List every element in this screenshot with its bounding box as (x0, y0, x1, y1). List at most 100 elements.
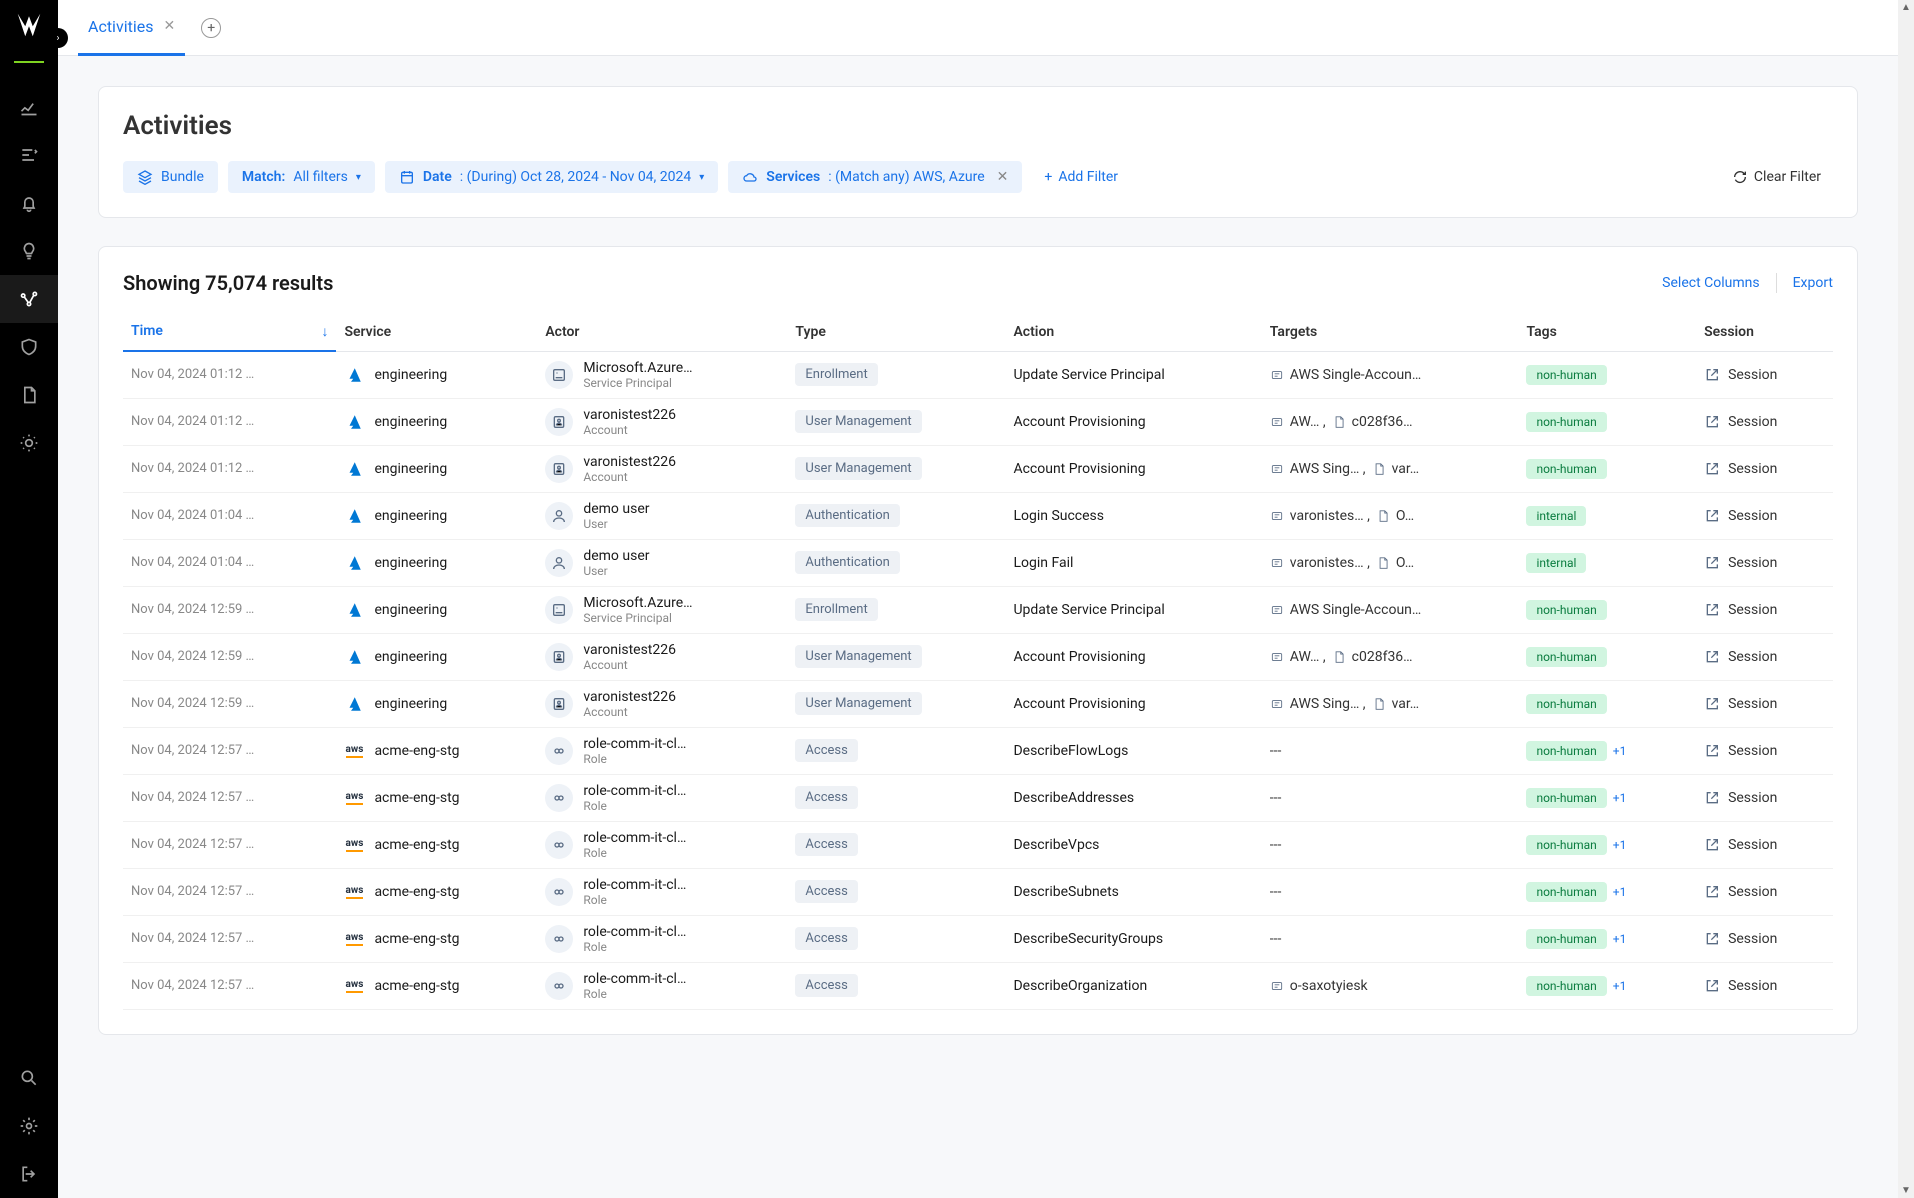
nav-reports[interactable] (0, 371, 58, 419)
sidebar-expand-button[interactable]: › (48, 28, 68, 48)
scrollbar[interactable]: ▲ ▼ (1898, 0, 1914, 1198)
filter-match[interactable]: Match: All filters ▾ (228, 161, 375, 193)
tag-more[interactable]: +1 (1613, 979, 1627, 993)
select-columns-button[interactable]: Select Columns (1662, 275, 1759, 291)
tag-more[interactable]: +1 (1613, 791, 1627, 805)
export-button[interactable]: Export (1793, 275, 1833, 291)
nav-security[interactable] (0, 323, 58, 371)
table-row[interactable]: Nov 04, 2024 01:04 …engineeringdemo user… (123, 492, 1833, 539)
col-type[interactable]: Type (787, 313, 1005, 351)
tag-more[interactable]: +1 (1613, 932, 1627, 946)
table-row[interactable]: Nov 04, 2024 01:12 …engineeringvaroniste… (123, 398, 1833, 445)
table-row[interactable]: Nov 04, 2024 01:04 …engineeringdemo user… (123, 539, 1833, 586)
cell-session[interactable]: Session (1696, 351, 1833, 398)
nav-insights[interactable] (0, 227, 58, 275)
cell-tags: non-human (1518, 445, 1696, 492)
cell-targets: AWS Single-Accoun… (1262, 351, 1519, 398)
cell-actor: role-comm-it-cl…Role (537, 962, 787, 1009)
nav-logout[interactable] (0, 1150, 58, 1198)
cell-tags: non-human+1 (1518, 727, 1696, 774)
filter-bundle[interactable]: Bundle (123, 161, 218, 193)
col-tags[interactable]: Tags (1518, 313, 1696, 351)
cell-session[interactable]: Session (1696, 962, 1833, 1009)
add-filter-button[interactable]: + Add Filter (1032, 161, 1130, 193)
nav-activities[interactable] (0, 275, 58, 323)
target-icon (1270, 697, 1284, 711)
cell-targets: varonistes… , O… (1262, 539, 1519, 586)
cell-session[interactable]: Session (1696, 492, 1833, 539)
actor-icon (545, 361, 573, 389)
aws-icon: aws (344, 741, 364, 761)
cell-action: DescribeSubnets (1005, 868, 1261, 915)
nav-search[interactable] (0, 1054, 58, 1102)
aws-icon: aws (344, 788, 364, 808)
cell-session[interactable]: Session (1696, 680, 1833, 727)
table-row[interactable]: Nov 04, 2024 12:57 …awsacme-eng-stgrole-… (123, 962, 1833, 1009)
cell-targets: o-saxotyiesk (1262, 962, 1519, 1009)
table-row[interactable]: Nov 04, 2024 12:57 …awsacme-eng-stgrole-… (123, 868, 1833, 915)
cell-session[interactable]: Session (1696, 633, 1833, 680)
cell-actor: demo userUser (537, 492, 787, 539)
cell-targets: AW… , c028f36… (1262, 633, 1519, 680)
table-row[interactable]: Nov 04, 2024 12:57 …awsacme-eng-stgrole-… (123, 915, 1833, 962)
table-row[interactable]: Nov 04, 2024 12:57 …awsacme-eng-stgrole-… (123, 727, 1833, 774)
table-row[interactable]: Nov 04, 2024 12:59 …engineeringvaroniste… (123, 680, 1833, 727)
nav-filters[interactable] (0, 131, 58, 179)
scroll-down-icon[interactable]: ▼ (1901, 1185, 1911, 1196)
external-link-icon (1704, 978, 1720, 994)
tab-add-button[interactable]: + (201, 18, 221, 38)
tab-activities[interactable]: Activities ✕ (78, 0, 185, 56)
tag-more[interactable]: +1 (1613, 838, 1627, 852)
table-row[interactable]: Nov 04, 2024 12:59 …engineeringvaroniste… (123, 633, 1833, 680)
cell-session[interactable]: Session (1696, 539, 1833, 586)
cloud-icon (742, 169, 758, 185)
remove-filter-icon[interactable]: ✕ (997, 169, 1009, 185)
cell-session[interactable]: Session (1696, 915, 1833, 962)
target-icon (1270, 603, 1284, 617)
cell-time: Nov 04, 2024 12:57 … (123, 915, 336, 962)
table-row[interactable]: Nov 04, 2024 01:12 …engineeringvaroniste… (123, 445, 1833, 492)
cell-session[interactable]: Session (1696, 774, 1833, 821)
cell-session[interactable]: Session (1696, 445, 1833, 492)
col-targets[interactable]: Targets (1262, 313, 1519, 351)
cell-time: Nov 04, 2024 01:12 … (123, 351, 336, 398)
nav-alerts[interactable] (0, 179, 58, 227)
nav-settings[interactable] (0, 1102, 58, 1150)
tag-more[interactable]: +1 (1613, 744, 1627, 758)
nav-analytics[interactable] (0, 83, 58, 131)
file-icon (1332, 650, 1346, 664)
cell-session[interactable]: Session (1696, 727, 1833, 774)
cell-session[interactable]: Session (1696, 586, 1833, 633)
actor-icon (545, 596, 573, 624)
cell-tags: non-human (1518, 633, 1696, 680)
cell-session[interactable]: Session (1696, 821, 1833, 868)
col-service[interactable]: Service (336, 313, 537, 351)
filter-services[interactable]: Services : (Match any) AWS, Azure ✕ (728, 161, 1022, 193)
cell-time: Nov 04, 2024 12:59 … (123, 633, 336, 680)
actor-icon (545, 643, 573, 671)
cell-time: Nov 04, 2024 12:57 … (123, 821, 336, 868)
col-session[interactable]: Session (1696, 313, 1833, 351)
cell-session[interactable]: Session (1696, 398, 1833, 445)
actor-icon (545, 972, 573, 1000)
azure-icon (344, 694, 364, 714)
clear-filter-button[interactable]: Clear Filter (1720, 161, 1833, 193)
tag-more[interactable]: +1 (1613, 885, 1627, 899)
cell-service: engineering (336, 445, 537, 492)
col-action[interactable]: Action (1005, 313, 1261, 351)
table-row[interactable]: Nov 04, 2024 12:57 …awsacme-eng-stgrole-… (123, 821, 1833, 868)
table-row[interactable]: Nov 04, 2024 12:59 …engineeringMicrosoft… (123, 586, 1833, 633)
table-row[interactable]: Nov 04, 2024 01:12 …engineeringMicrosoft… (123, 351, 1833, 398)
actor-icon (545, 455, 573, 483)
chevron-down-icon: ▾ (356, 172, 361, 183)
tab-close-icon[interactable]: ✕ (163, 18, 175, 34)
table-row[interactable]: Nov 04, 2024 12:57 …awsacme-eng-stgrole-… (123, 774, 1833, 821)
cell-session[interactable]: Session (1696, 868, 1833, 915)
col-actor[interactable]: Actor (537, 313, 787, 351)
cell-targets: --- (1262, 727, 1519, 774)
nav-discover[interactable] (0, 419, 58, 467)
scroll-up-icon[interactable]: ▲ (1901, 2, 1911, 13)
external-link-icon (1704, 696, 1720, 712)
filter-date[interactable]: Date : (During) Oct 28, 2024 - Nov 04, 2… (385, 161, 718, 193)
col-time[interactable]: Time↓ (123, 313, 336, 351)
